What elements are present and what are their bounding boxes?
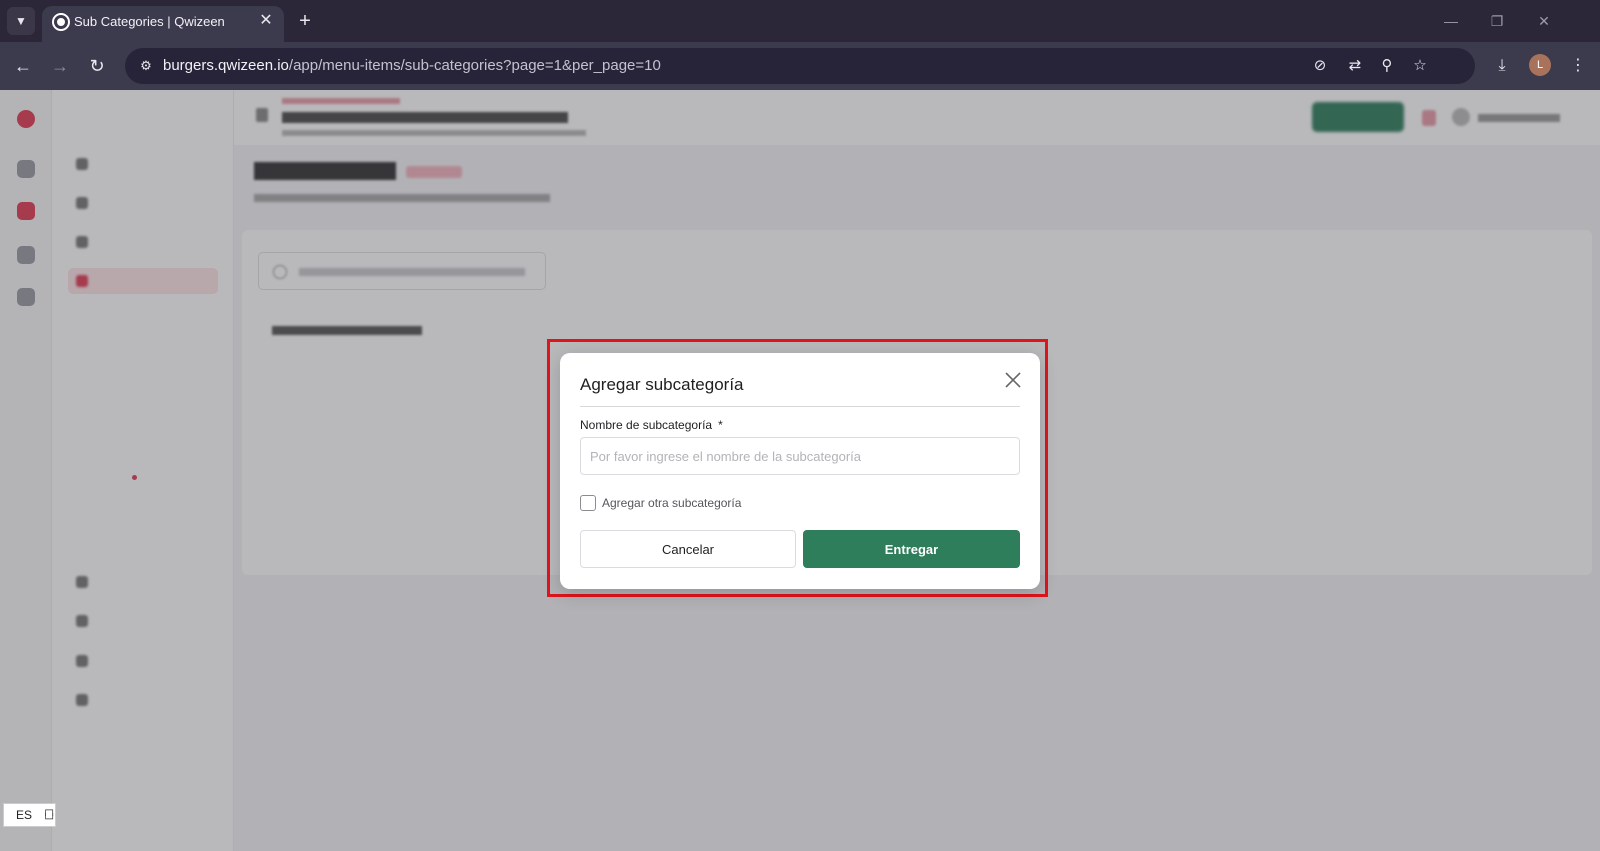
translate-icon[interactable]: ⇄ <box>1344 55 1366 77</box>
new-tab-button[interactable]: + <box>292 8 318 34</box>
reload-icon: ↻ <box>89 56 105 76</box>
minimize-button[interactable]: — <box>1436 10 1466 32</box>
submit-button[interactable]: Entregar <box>803 530 1020 568</box>
close-window-button[interactable]: ✕ <box>1529 10 1559 32</box>
eye-off-icon[interactable]: ⊘ <box>1309 55 1331 77</box>
modal-divider <box>580 406 1020 407</box>
language-widget[interactable]: ES ┌┐ └┘ <box>3 803 56 827</box>
browser-tab-bar: ▼ Sub Categories | Qwizeen ✕ + — ❐ ✕ <box>0 0 1600 42</box>
reload-button[interactable]: ↻ <box>83 52 111 80</box>
close-modal-button[interactable] <box>1002 369 1024 391</box>
cancel-button[interactable]: Cancelar <box>580 530 796 568</box>
site-info-icon[interactable]: ⚙ <box>137 57 155 75</box>
restore-button[interactable]: ❐ <box>1482 10 1512 32</box>
close-tab-button[interactable]: ✕ <box>256 11 276 31</box>
browser-toolbar: ← → ↻ ⚙ burgers.qwizeen.io/app/menu-item… <box>0 42 1600 90</box>
forward-button[interactable]: → <box>46 52 74 80</box>
modal-title: Agregar subcategoría <box>580 375 744 394</box>
tab-title: Sub Categories | Qwizeen <box>74 14 225 29</box>
more-icon[interactable]: ⋮ <box>1566 54 1590 78</box>
subcategory-name-input[interactable] <box>580 437 1020 475</box>
add-another-checkbox[interactable] <box>580 495 596 511</box>
forward-icon: → <box>51 56 69 76</box>
required-mark: * <box>718 418 723 432</box>
url-host: burgers.qwizeen.io <box>163 57 289 74</box>
zoom-icon[interactable]: ⚲ <box>1376 55 1398 77</box>
add-subcategory-modal: Agregar subcategoría Nombre de subcatego… <box>560 353 1040 589</box>
download-icon[interactable]: ⤓ <box>1490 54 1514 78</box>
subcategory-name-label: Nombre de subcategoría * <box>580 418 723 432</box>
tab-search-button[interactable]: ▼ <box>7 7 35 35</box>
close-icon <box>1005 372 1021 388</box>
chevron-down-icon: ▼ <box>15 14 27 28</box>
add-another-label[interactable]: Agregar otra subcategoría <box>602 496 741 510</box>
profile-avatar[interactable]: L <box>1529 54 1551 76</box>
url-text: burgers.qwizeen.io/app/menu-items/sub-ca… <box>163 57 661 74</box>
field-label-text: Nombre de subcategoría <box>580 418 713 432</box>
language-code: ES <box>16 808 33 822</box>
star-icon[interactable]: ☆ <box>1409 55 1431 77</box>
back-button[interactable]: ← <box>9 52 37 80</box>
favicon-icon <box>52 13 70 31</box>
url-path: /app/menu-items/sub-categories?page=1&pe… <box>288 57 661 74</box>
expand-icon: ┌┐ └┘ <box>42 805 57 825</box>
address-bar[interactable]: ⚙ burgers.qwizeen.io/app/menu-items/sub-… <box>125 48 1475 84</box>
back-icon: ← <box>14 56 32 76</box>
browser-tab-active[interactable]: Sub Categories | Qwizeen ✕ <box>42 6 284 42</box>
